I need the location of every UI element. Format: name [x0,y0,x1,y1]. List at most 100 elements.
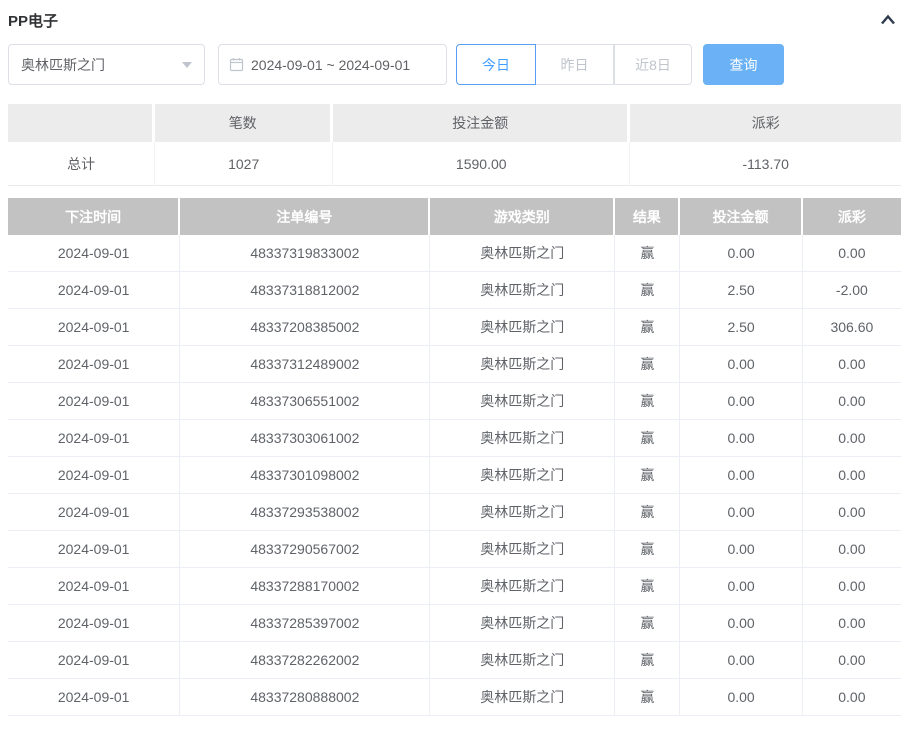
cell-payout: 306.60 [802,309,901,346]
cell-bet-time: 2024-09-01 [8,272,181,309]
cell-game-category: 奥林匹斯之门 [430,679,616,716]
chevron-up-icon [879,13,897,27]
cell-game-category: 奥林匹斯之门 [430,605,616,642]
cell-result: 赢 [615,309,681,346]
cell-bet-amount: 0.00 [680,383,803,420]
cell-bet-amount: 2.50 [680,272,803,309]
table-row: 2024-09-01 48337290567002 奥林匹斯之门 赢 0.00 … [8,531,901,568]
cell-payout: 0.00 [802,642,901,679]
cell-payout: 0.00 [802,457,901,494]
cell-bet-time: 2024-09-01 [8,346,181,383]
cell-result: 赢 [615,346,681,383]
cell-payout: 0.00 [802,420,901,457]
cell-game-category: 奥林匹斯之门 [430,642,616,679]
cell-order-number: 48337293538002 [180,494,431,531]
table-row: 2024-09-01 48337318812002 奥林匹斯之门 赢 2.50 … [8,272,901,309]
summary-total-label: 总计 [8,142,156,186]
bet-table-body: 2024-09-01 48337319833002 奥林匹斯之门 赢 0.00 … [8,235,901,716]
cell-payout: 0.00 [802,346,901,383]
summary-header-empty [8,104,156,142]
cell-result: 赢 [615,568,681,605]
yesterday-button[interactable]: 昨日 [536,44,614,85]
cell-bet-time: 2024-09-01 [8,642,181,679]
cell-bet-amount: 0.00 [680,679,803,716]
cell-payout: 0.00 [802,235,901,272]
today-button[interactable]: 今日 [456,44,536,85]
cell-bet-amount: 0.00 [680,568,803,605]
cell-game-category: 奥林匹斯之门 [430,420,616,457]
table-row: 2024-09-01 48337312489002 奥林匹斯之门 赢 0.00 … [8,346,901,383]
table-row: 2024-09-01 48337280888002 奥林匹斯之门 赢 0.00 … [8,679,901,716]
cell-game-category: 奥林匹斯之门 [430,272,616,309]
cell-order-number: 48337306551002 [180,383,431,420]
cell-bet-amount: 0.00 [680,420,803,457]
summary-total-row: 总计 1027 1590.00 -113.70 [8,142,901,186]
cell-result: 赢 [615,457,681,494]
pp-electronic-panel: PP电子 奥林匹斯之门 2024-09-01 ~ 2024-09-01 今日 昨… [0,0,909,716]
summary-table: 笔数 投注金额 派彩 总计 1027 1590.00 -113.70 [8,104,901,186]
cell-order-number: 48337312489002 [180,346,431,383]
game-select[interactable]: 奥林匹斯之门 [8,44,205,85]
table-row: 2024-09-01 48337288170002 奥林匹斯之门 赢 0.00 … [8,568,901,605]
summary-total-bet-amount: 1590.00 [333,142,631,186]
cell-payout: 0.00 [802,605,901,642]
date-range-input[interactable]: 2024-09-01 ~ 2024-09-01 [218,44,447,85]
cell-game-category: 奥林匹斯之门 [430,383,616,420]
cell-bet-time: 2024-09-01 [8,531,181,568]
calendar-icon [229,57,244,72]
table-row: 2024-09-01 48337282262002 奥林匹斯之门 赢 0.00 … [8,642,901,679]
cell-game-category: 奥林匹斯之门 [430,568,616,605]
table-row: 2024-09-01 48337303061002 奥林匹斯之门 赢 0.00 … [8,420,901,457]
cell-bet-time: 2024-09-01 [8,235,181,272]
summary-header-count: 笔数 [155,104,334,142]
quick-range-button-group: 今日 昨日 近8日 [456,44,692,85]
summary-header-payout: 派彩 [630,104,901,142]
table-row: 2024-09-01 48337319833002 奥林匹斯之门 赢 0.00 … [8,235,901,272]
header-bet-time: 下注时间 [8,198,181,235]
cell-game-category: 奥林匹斯之门 [430,531,616,568]
panel-title: PP电子 [8,12,59,30]
panel-header: PP电子 [8,0,901,34]
header-payout: 派彩 [802,198,901,235]
table-row: 2024-09-01 48337208385002 奥林匹斯之门 赢 2.50 … [8,309,901,346]
summary-total-payout: -113.70 [630,142,901,186]
cell-result: 赢 [615,420,681,457]
cell-bet-time: 2024-09-01 [8,568,181,605]
cell-bet-amount: 0.00 [680,642,803,679]
cell-result: 赢 [615,605,681,642]
cell-bet-time: 2024-09-01 [8,679,181,716]
cell-payout: 0.00 [802,531,901,568]
cell-order-number: 48337290567002 [180,531,431,568]
cell-result: 赢 [615,679,681,716]
cell-bet-amount: 0.00 [680,457,803,494]
cell-order-number: 48337288170002 [180,568,431,605]
table-row: 2024-09-01 48337285397002 奥林匹斯之门 赢 0.00 … [8,605,901,642]
chevron-down-icon [182,61,192,68]
header-bet-amount: 投注金额 [680,198,803,235]
header-result: 结果 [615,198,681,235]
cell-order-number: 48337303061002 [180,420,431,457]
cell-result: 赢 [615,235,681,272]
cell-bet-time: 2024-09-01 [8,383,181,420]
query-button[interactable]: 查询 [703,44,784,85]
cell-bet-amount: 0.00 [680,346,803,383]
cell-order-number: 48337301098002 [180,457,431,494]
cell-bet-amount: 0.00 [680,605,803,642]
filter-bar: 奥林匹斯之门 2024-09-01 ~ 2024-09-01 今日 昨日 近8日… [8,44,901,85]
cell-payout: 0.00 [802,494,901,531]
cell-game-category: 奥林匹斯之门 [430,494,616,531]
cell-bet-time: 2024-09-01 [8,457,181,494]
cell-order-number: 48337318812002 [180,272,431,309]
cell-bet-time: 2024-09-01 [8,605,181,642]
last-8-days-button[interactable]: 近8日 [614,44,692,85]
bet-table-header-row: 下注时间 注单编号 游戏类别 结果 投注金额 派彩 [8,198,901,235]
cell-order-number: 48337208385002 [180,309,431,346]
cell-order-number: 48337280888002 [180,679,431,716]
cell-bet-amount: 0.00 [680,531,803,568]
cell-payout: -2.00 [802,272,901,309]
cell-result: 赢 [615,642,681,679]
table-row: 2024-09-01 48337293538002 奥林匹斯之门 赢 0.00 … [8,494,901,531]
collapse-panel-button[interactable] [875,7,901,33]
summary-header-row: 笔数 投注金额 派彩 [8,104,901,142]
header-order-number: 注单编号 [180,198,431,235]
